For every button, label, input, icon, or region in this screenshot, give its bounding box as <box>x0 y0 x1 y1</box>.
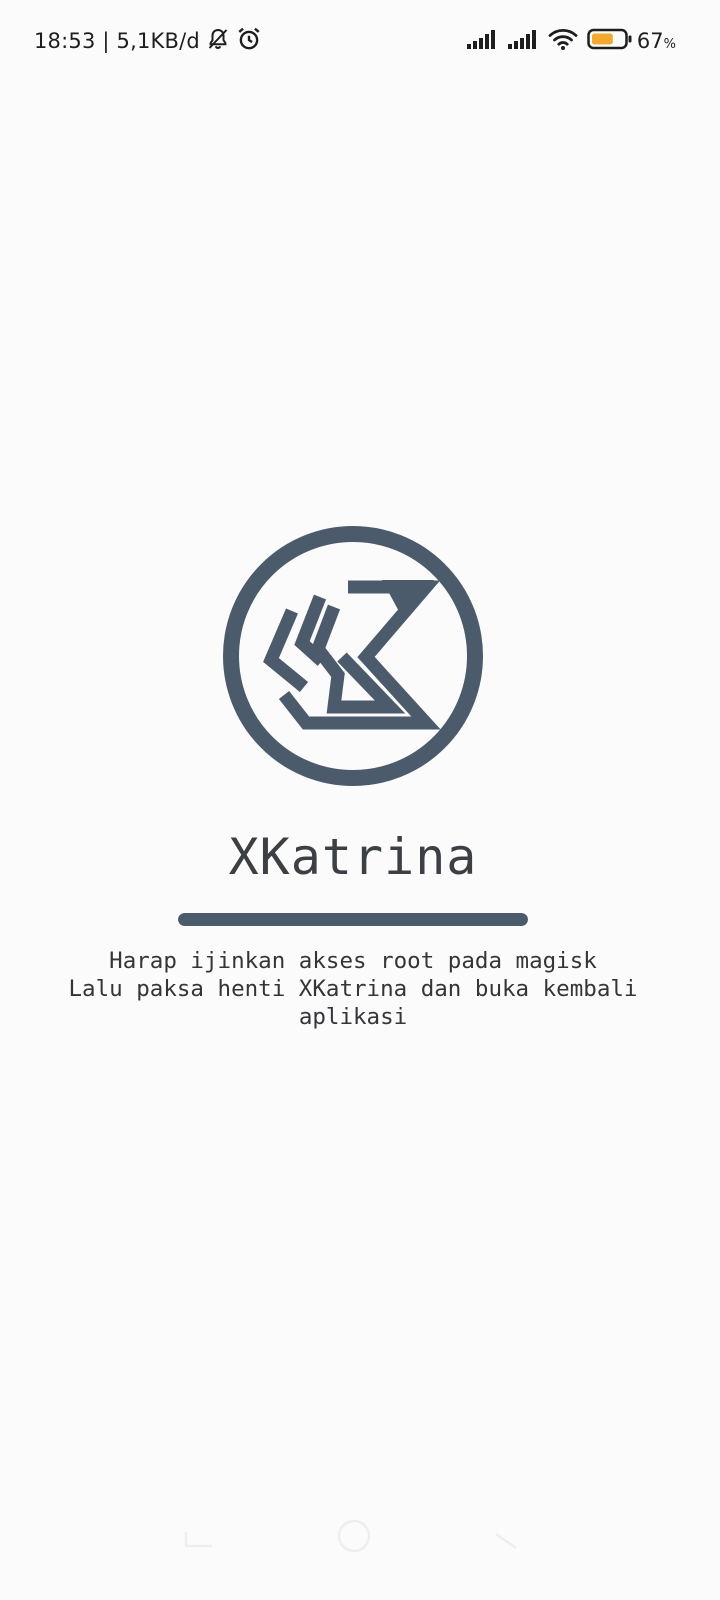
progress-fill <box>178 913 528 926</box>
battery-icon <box>587 27 633 55</box>
battery-unit: % <box>663 37 676 52</box>
root-permission-message: Harap ijinkan akses root pada magisk Lal… <box>20 947 686 1031</box>
battery-level: 67 <box>636 29 664 53</box>
wifi-icon <box>548 27 578 55</box>
recents-button[interactable] <box>176 1510 226 1560</box>
message-line: Harap ijinkan akses root pada magisk <box>109 948 597 974</box>
status-bar: 18:53 | 5,1KB/d 67% <box>0 0 720 80</box>
app-title: XKatrina <box>228 828 478 886</box>
navigation-bar <box>0 1500 720 1600</box>
status-left: 18:53 | 5,1KB/d <box>34 27 262 55</box>
app-logo <box>222 525 484 787</box>
status-time-speed: 18:53 | 5,1KB/d <box>34 29 200 53</box>
loading-progress-bar <box>178 913 528 926</box>
home-button[interactable] <box>330 1510 380 1560</box>
bell-off-icon <box>206 27 230 55</box>
signal-icon <box>507 28 539 54</box>
battery-percentage: 67% <box>637 29 676 53</box>
message-line: aplikasi <box>298 1004 408 1030</box>
signal-icon <box>466 28 498 54</box>
status-right: 67% <box>457 27 676 55</box>
alarm-icon <box>236 26 262 56</box>
back-button[interactable] <box>486 1510 536 1560</box>
message-line: Lalu paksa henti XKatrina dan buka kemba… <box>68 976 638 1002</box>
